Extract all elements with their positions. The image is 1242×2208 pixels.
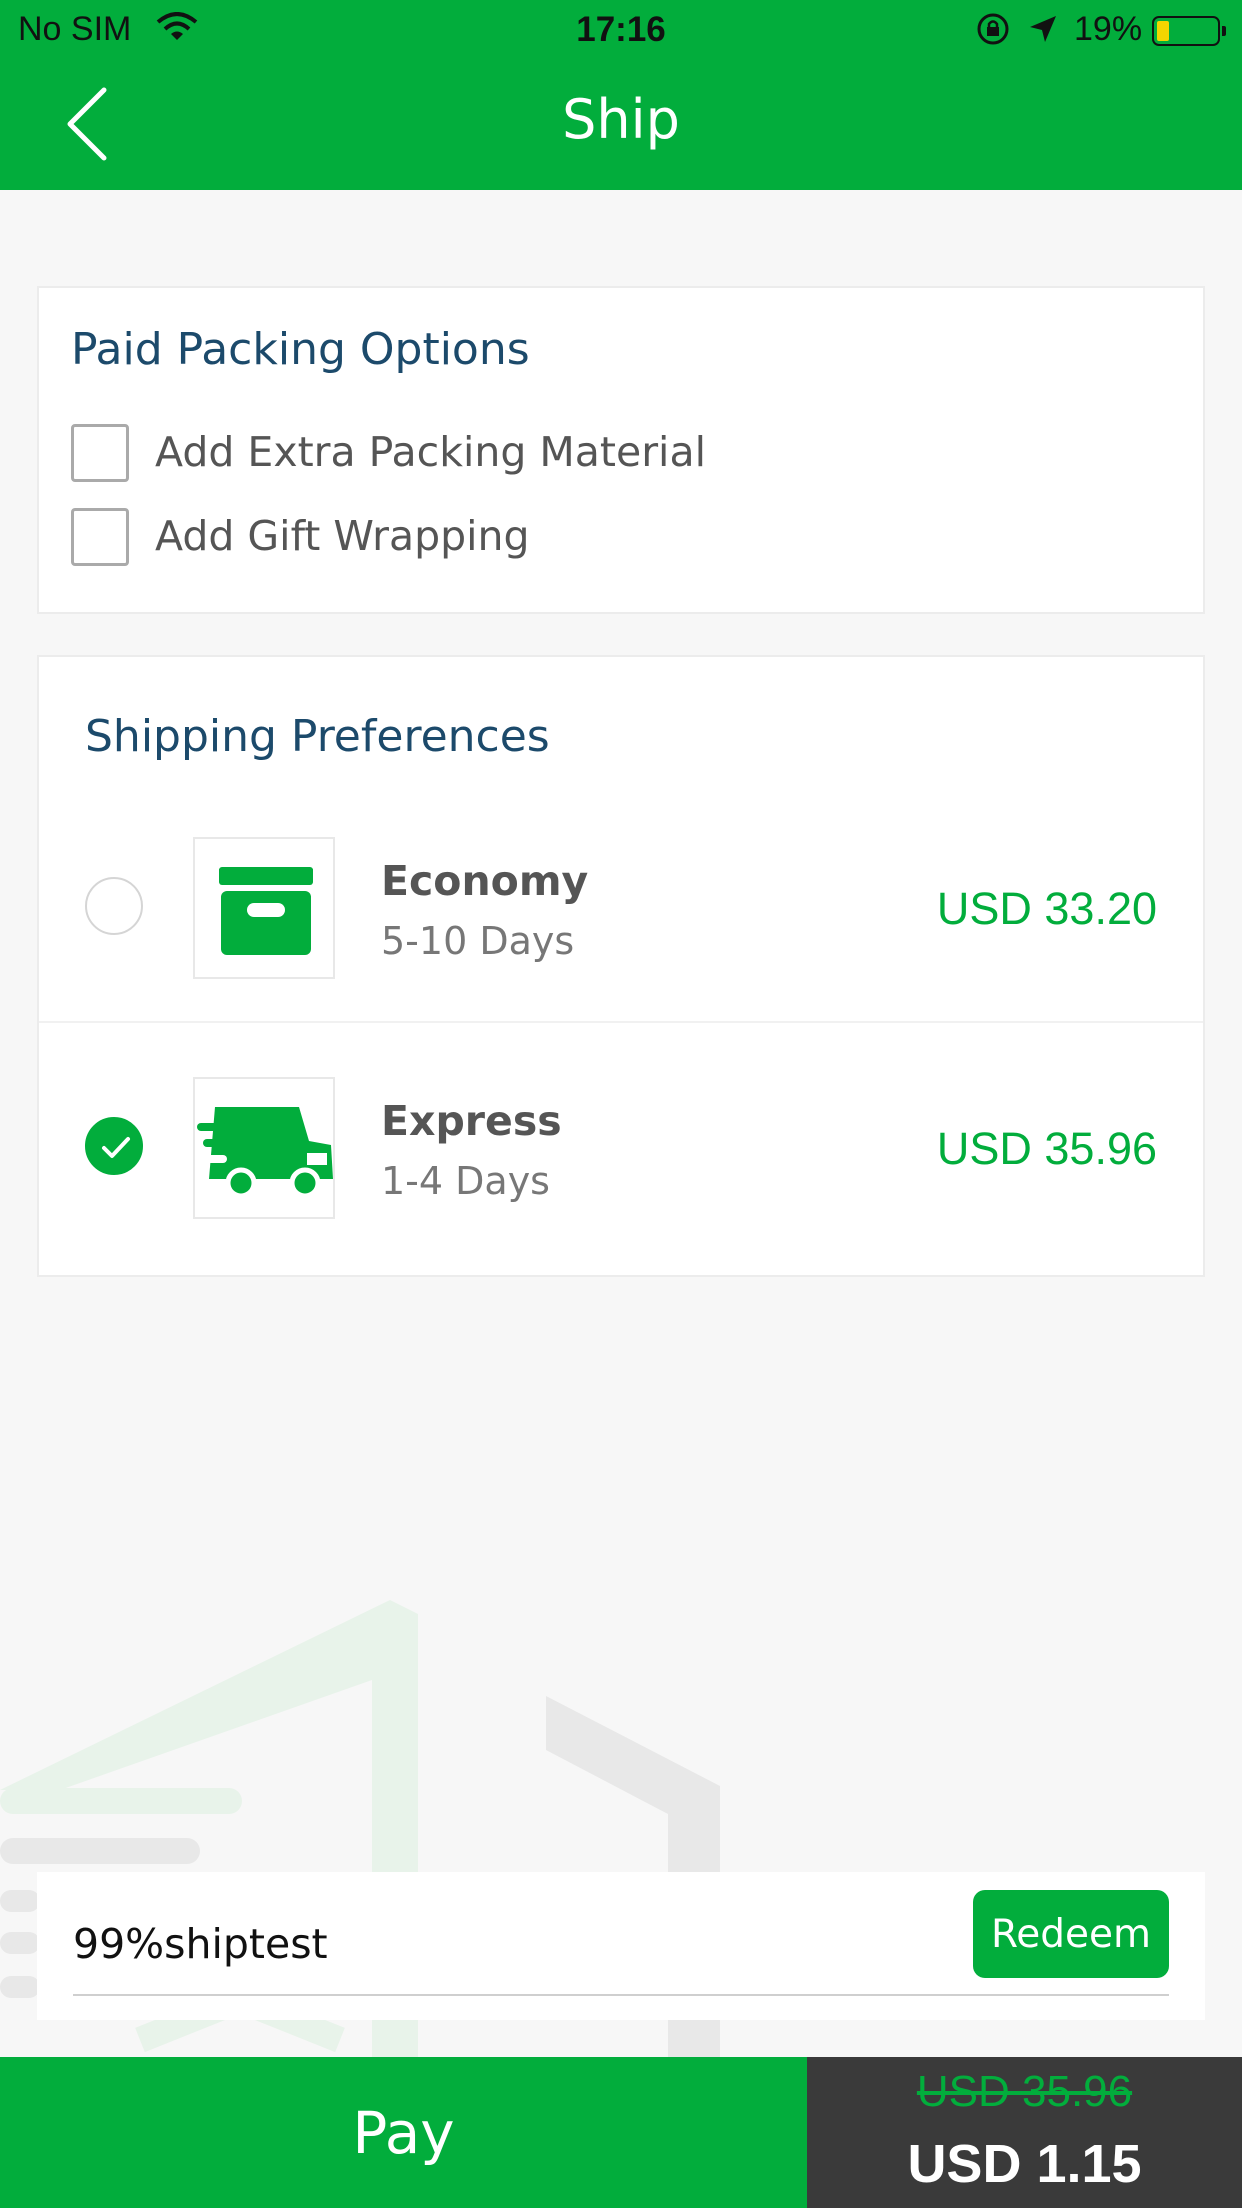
shipping-option-economy[interactable]: Economy 5-10 Days USD 33.20 [39,785,1203,1023]
express-radio[interactable] [85,1117,143,1175]
express-price: USD 35.96 [936,1123,1157,1174]
discounted-total: USD 1.15 [907,2134,1142,2194]
gift-wrapping-checkbox[interactable] [71,508,129,566]
app-header: No SIM 17:16 19% Ship [0,0,1242,190]
shipping-preferences-title: Shipping Preferences [85,711,550,762]
gift-wrapping-label: Add Gift Wrapping [155,512,530,560]
gift-wrapping-checkbox-row[interactable]: Add Gift Wrapping [71,508,971,568]
location-arrow-icon [1030,16,1056,42]
economy-days: 5-10 Days [381,919,575,963]
redeem-button[interactable]: Redeem [973,1890,1169,1978]
box-icon [193,837,335,979]
page-title: Ship [562,88,680,151]
economy-price: USD 33.20 [936,883,1157,934]
express-days: 1-4 Days [381,1159,550,1203]
original-total: USD 35.96 [916,2067,1133,2116]
status-bar: No SIM 17:16 19% [0,0,1242,62]
economy-radio[interactable] [85,877,143,935]
extra-packing-checkbox[interactable] [71,424,129,482]
battery-icon [1152,16,1226,46]
packing-options-title: Paid Packing Options [71,324,530,375]
packing-options-card: Paid Packing Options Add Extra Packing M… [37,286,1205,614]
checkmark-icon [102,1137,130,1158]
fast-truck-icon [193,1077,335,1219]
promo-code-input[interactable] [73,1910,953,1972]
pay-button[interactable]: Pay [0,2057,807,2208]
extra-packing-checkbox-row[interactable]: Add Extra Packing Material [71,424,971,484]
extra-packing-label: Add Extra Packing Material [155,428,706,476]
shipping-preferences-card: Shipping Preferences Economy 5-10 Days U… [37,655,1205,1277]
promo-input-underline [73,1994,1169,1996]
order-total: USD 35.96 USD 1.15 [807,2057,1242,2208]
express-name: Express [381,1097,562,1145]
economy-name: Economy [381,857,589,905]
rotation-lock-icon [977,13,1009,45]
shipping-option-express[interactable]: Express 1-4 Days USD 35.96 [39,1025,1203,1263]
battery-percent: 19% [1074,10,1143,48]
promo-code-section: Redeem [37,1872,1205,2020]
